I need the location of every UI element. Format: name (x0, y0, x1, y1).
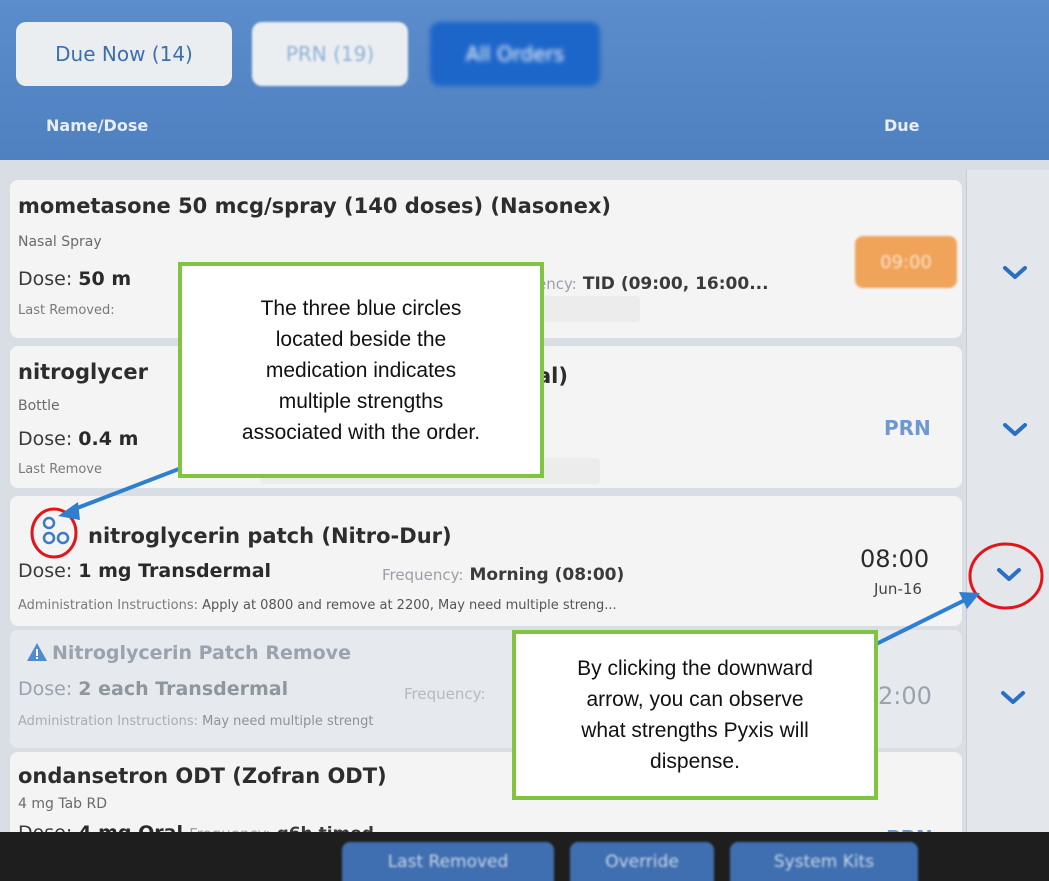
override-button[interactable]: Override (570, 842, 714, 881)
medication-name: ondansetron ODT (Zofran ODT) (18, 764, 387, 788)
medication-form: 4 mg Tab RD (18, 796, 107, 812)
header-bar: Due Now (14) PRN (19) All Orders Name/Do… (0, 0, 1049, 160)
dose-line: Dose: 2 each Transdermal (18, 678, 289, 700)
callout-line: located beside the (275, 327, 447, 351)
callout-multiple-strengths: The three blue circles located beside th… (178, 262, 544, 478)
medication-name: Nitroglycerin Patch Remove (52, 642, 351, 664)
warning-triangle-icon (27, 643, 47, 661)
system-kits-button[interactable]: System Kits (730, 842, 918, 881)
tab-all-orders[interactable]: All Orders (430, 22, 600, 86)
callout-line: dispense. (650, 750, 740, 773)
due-time-badge: 09:00 (855, 236, 957, 288)
due-time: 2:00 (878, 682, 932, 710)
callout-line: arrow, you can observe (586, 688, 804, 711)
dose-line: Dose: 1 mg Transdermal (18, 560, 272, 582)
callout-line: medication indicates (265, 358, 457, 382)
chevron-down-icon[interactable] (1002, 422, 1028, 438)
administration-instructions: Administration Instructions: May need mu… (18, 714, 374, 729)
tab-due-now[interactable]: Due Now (14) (16, 22, 232, 86)
dose-line: Dose: 50 m (18, 268, 132, 290)
chevron-down-icon[interactable] (1000, 690, 1026, 706)
column-header-due: Due (884, 116, 920, 135)
due-date: Jun-16 (874, 580, 922, 598)
callout-line: associated with the order. (241, 420, 481, 444)
frequency-line: ency: TID (09:00, 16:00... (537, 274, 769, 294)
dose-line: Dose: 0.4 m (18, 428, 139, 450)
due-time: 08:00 (860, 545, 930, 573)
medication-name: nitroglycerin patch (Nitro-Dur) (88, 524, 452, 548)
column-header-name-dose: Name/Dose (46, 116, 149, 135)
callout-line: By clicking the downward (577, 657, 813, 680)
last-removed-label: Last Remove (18, 462, 102, 477)
three-circles-icon (42, 516, 70, 545)
administration-instructions: Administration Instructions: Apply at 08… (18, 598, 617, 613)
medication-form: Nasal Spray (18, 234, 102, 250)
callout-line: The three blue circles (260, 296, 462, 320)
medication-form: Bottle (18, 398, 60, 414)
last-removed-label: Last Removed: (18, 303, 115, 318)
medication-name: mometasone 50 mcg/spray (140 doses) (Nas… (18, 194, 612, 218)
frequency-line: Frequency: Morning (08:00) (382, 565, 625, 585)
pyxis-screen: Due Now (14) PRN (19) All Orders Name/Do… (0, 0, 1049, 881)
due-prn: PRN (884, 416, 931, 440)
chevron-down-icon[interactable] (996, 567, 1022, 583)
callout-line: multiple strengths (278, 389, 444, 413)
tab-prn[interactable]: PRN (19) (252, 22, 408, 86)
chevron-down-icon[interactable] (1002, 265, 1028, 281)
callout-line: what strengths Pyxis will (581, 719, 809, 742)
medication-name: nitroglycer (18, 360, 148, 384)
callout-downward-arrow: By clicking the downward arrow, you can … (512, 630, 878, 800)
frequency-line: Frequency: (404, 685, 486, 703)
last-removed-button[interactable]: Last Removed (342, 842, 554, 881)
